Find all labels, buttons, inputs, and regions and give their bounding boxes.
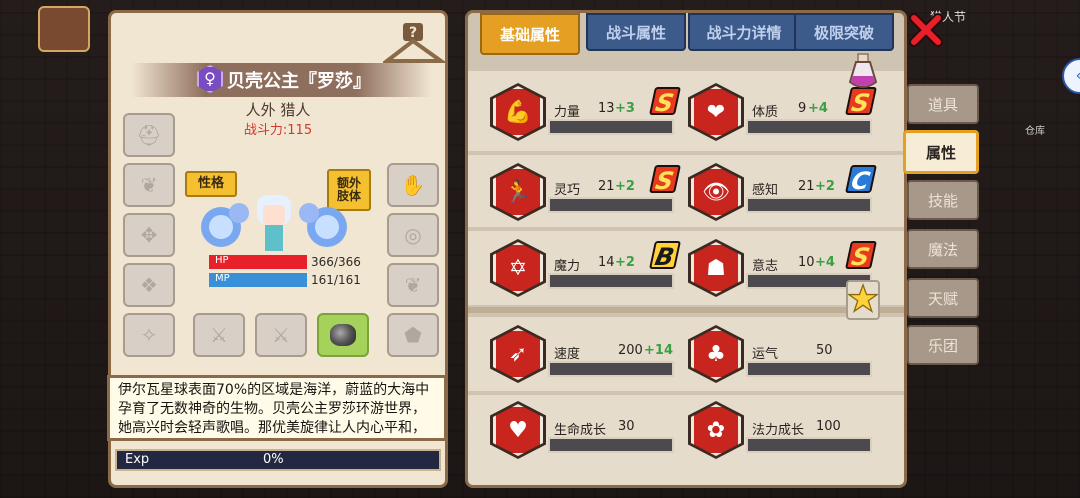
stat-value-luck: 50 [816, 343, 833, 358]
stat-value-will: 10 [798, 255, 815, 270]
stat-bar-dexterity [548, 197, 674, 213]
stat-name-speed: 速度 [554, 347, 581, 362]
exp-value: 0% [263, 452, 284, 467]
hp-bar: HP [209, 255, 307, 269]
close-icon[interactable] [908, 12, 944, 48]
gem-icon [330, 324, 356, 346]
sidebar-item-items[interactable]: 道具 [907, 84, 979, 124]
sidebar-item-talent[interactable]: 天赋 [907, 278, 979, 318]
storage-label: 仓库 [1025, 126, 1045, 137]
mp-label: MP [215, 273, 230, 284]
stat-value-dexterity: 21 [598, 179, 615, 194]
weapon-slot-icon[interactable]: ⚔ [193, 313, 245, 357]
tab-limit-break[interactable]: 极限突破 [794, 13, 894, 51]
bracer-slot-icon[interactable]: ✋ [387, 163, 439, 207]
section-divider [468, 307, 904, 313]
attributes-panel: 基础属性 战斗属性 战斗力详情 极限突破 💪 力量 13 +3 S ❤ 体质 9… [465, 10, 907, 488]
stat-name-luck: 运气 [752, 347, 779, 362]
hp-value: 366/366 [311, 255, 361, 269]
stat-value-speed: 200 [618, 343, 643, 358]
stat-bonus-constitution: +4 [808, 101, 828, 116]
stat-value-strength: 13 [598, 101, 615, 116]
stat-name-will: 意志 [752, 259, 779, 274]
gem-slot-icon[interactable] [317, 313, 369, 357]
hanger-icon[interactable]: ? [383, 21, 445, 67]
star-icon [846, 282, 880, 314]
stat-name-strength: 力量 [554, 105, 581, 120]
stat-bar-constitution [746, 119, 872, 135]
star-button[interactable] [846, 280, 880, 320]
stat-bar-strength [548, 119, 674, 135]
exp-bar: Exp 0% [115, 449, 441, 471]
mp-bar: MP [209, 273, 307, 287]
amulet-slot-icon[interactable]: ❦ [123, 163, 175, 207]
stat-bar-mana-growth [746, 437, 872, 453]
cloak-slot-icon[interactable]: ✥ [123, 213, 175, 257]
hp-label: HP [215, 255, 229, 266]
sidebar-item-magic[interactable]: 魔法 [907, 229, 979, 269]
tab-basic-attributes[interactable]: 基础属性 [480, 13, 580, 55]
helmet-slot-icon[interactable]: ⛑ [123, 113, 175, 157]
sidebar-item-skills[interactable]: 技能 [907, 180, 979, 220]
sidebar-item-attributes[interactable]: 属性 [903, 130, 979, 174]
stat-bar-perception [746, 197, 872, 213]
ring-slot-icon[interactable]: ◎ [387, 213, 439, 257]
sidebar-item-band[interactable]: 乐团 [907, 325, 979, 365]
character-panel: ? ♀ 贝壳公主『罗莎』 人外 猎人 战斗力:115 ⛑ ❦ ✥ ❖ ✧ ✋ ◎… [107, 10, 448, 488]
stat-name-life-growth: 生命成长 [554, 423, 607, 438]
character-name: 贝壳公主『罗莎』 [227, 71, 371, 92]
stat-bonus-dexterity: +2 [615, 179, 635, 194]
shield-slot-icon[interactable]: ⬟ [387, 313, 439, 357]
stat-value-mana-growth: 100 [816, 419, 841, 434]
stat-value-perception: 21 [798, 179, 815, 194]
character-sprite [201, 195, 347, 261]
stat-bonus-will: +4 [815, 255, 835, 270]
stat-bar-speed [548, 361, 674, 377]
tab-combat-attributes[interactable]: 战斗属性 [586, 13, 686, 51]
potion-icon[interactable] [846, 52, 880, 90]
stat-value-constitution: 9 [798, 101, 807, 116]
stat-name-constitution: 体质 [752, 105, 779, 120]
player-avatar[interactable] [38, 6, 90, 52]
stat-bonus-speed: +14 [644, 343, 673, 358]
stat-name-mana-growth: 法力成长 [752, 423, 805, 438]
stat-bonus-strength: +3 [615, 101, 635, 116]
stat-bar-life-growth [548, 437, 674, 453]
stat-name-perception: 感知 [752, 183, 779, 198]
stat-bar-luck [746, 361, 872, 377]
weapon-slot-icon[interactable]: ⚔ [255, 313, 307, 357]
stat-bar-magic [548, 273, 674, 289]
character-description: 伊尔瓦星球表面70%的区域是海洋，蔚蓝的大海中孕育了无数神奇的生物。贝壳公主罗莎… [107, 375, 447, 441]
tool-slot-icon[interactable]: ✧ [123, 313, 175, 357]
stat-value-life-growth: 30 [618, 419, 635, 434]
tab-power-details[interactable]: 战斗力详情 [688, 13, 800, 51]
boots-slot-icon[interactable]: ❦ [387, 263, 439, 307]
stat-bonus-magic: +2 [615, 255, 635, 270]
armor-slot-icon[interactable]: ❖ [123, 263, 175, 307]
exp-label: Exp [125, 452, 150, 467]
stat-bonus-perception: +2 [815, 179, 835, 194]
stat-value-magic: 14 [598, 255, 615, 270]
mp-value: 161/161 [311, 273, 361, 287]
stat-name-dexterity: 灵巧 [554, 183, 581, 198]
stat-name-magic: 魔力 [554, 259, 581, 274]
